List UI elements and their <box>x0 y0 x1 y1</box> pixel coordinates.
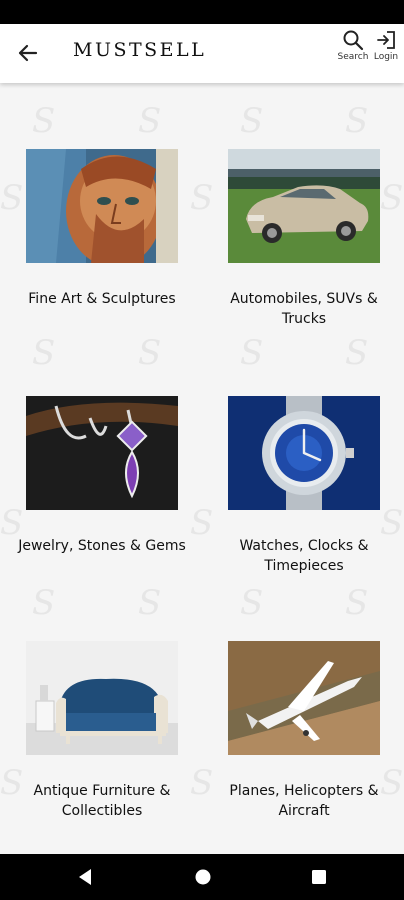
category-tile-watches[interactable]: Watches, Clocks & Timepieces <box>228 396 380 576</box>
status-bar <box>0 0 404 24</box>
back-button[interactable] <box>12 39 44 67</box>
nav-home-button[interactable] <box>193 867 213 891</box>
category-label: Automobiles, SUVs & Trucks <box>230 291 378 327</box>
antique-furniture-image <box>26 641 178 755</box>
nav-recents-button[interactable] <box>310 867 328 891</box>
category-label: Fine Art & Sculptures <box>28 291 176 307</box>
login-button[interactable]: Login <box>366 29 404 62</box>
category-label: Jewelry, Stones & Gems <box>18 538 186 554</box>
app-bar: MUSTSELL Search Login <box>0 24 404 83</box>
arrow-left-icon <box>18 44 38 62</box>
square-recents-icon <box>312 870 326 884</box>
search-icon <box>343 30 364 51</box>
category-label: Antique Furniture & Collectibles <box>33 783 171 819</box>
planes-image <box>228 641 380 755</box>
automobiles-image <box>228 149 380 263</box>
category-tile-fine-art[interactable]: Fine Art & Sculptures <box>26 149 178 309</box>
fine-art-image <box>26 149 178 263</box>
category-tile-jewelry[interactable]: Jewelry, Stones & Gems <box>18 396 186 556</box>
category-label: Planes, Helicopters & Aircraft <box>229 783 379 819</box>
category-label: Watches, Clocks & Timepieces <box>239 538 369 574</box>
watches-image <box>228 396 380 510</box>
jewelry-image <box>26 396 178 510</box>
system-navigation-bar <box>0 854 404 900</box>
category-tile-antique-furniture[interactable]: Antique Furniture & Collectibles <box>26 641 178 821</box>
category-grid: S S S S S S S S S S S S S S S S S S S S … <box>0 83 404 854</box>
circle-home-icon <box>195 869 211 885</box>
category-tile-automobiles[interactable]: Automobiles, SUVs & Trucks <box>228 149 380 329</box>
triangle-back-icon <box>79 869 91 885</box>
login-icon <box>377 31 395 49</box>
category-tile-planes[interactable]: Planes, Helicopters & Aircraft <box>228 641 380 821</box>
nav-back-button[interactable] <box>76 867 94 891</box>
brand-logo: MUSTSELL <box>73 39 207 61</box>
login-label: Login <box>373 52 399 62</box>
